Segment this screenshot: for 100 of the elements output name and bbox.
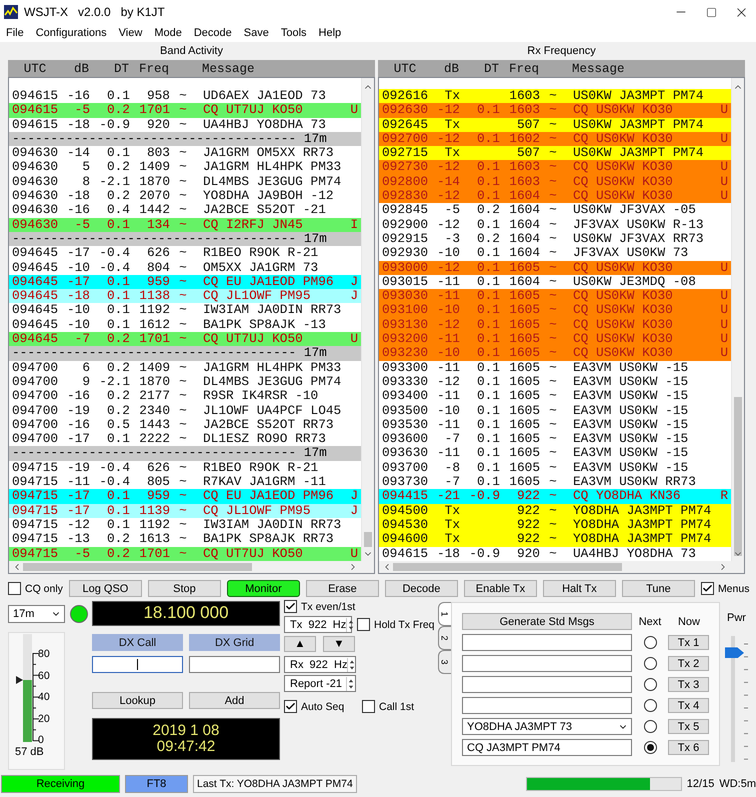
- message-field[interactable]: CQ JA3MPT PM74: [462, 739, 632, 756]
- table-cell-text: 1409: [138, 360, 170, 375]
- table-cell-text: ~: [548, 174, 558, 190]
- decode-row[interactable]: 094615 -5 0.2 1701 ~ CQ UT7UJ KO50 U: [9, 103, 361, 118]
- message-tab[interactable]: 1: [438, 602, 451, 626]
- decode-row[interactable]: 093730 -7 0.1 1605 ~ EA3VM US0KW RR73: [379, 475, 731, 490]
- table-cell-text: ~: [178, 404, 188, 418]
- table-cell-text: ~: [178, 89, 188, 104]
- decode-row[interactable]: 092645 Tx 507 ~ US0KW JA3MPT PM74: [379, 118, 731, 132]
- message-tab[interactable]: 3: [438, 650, 451, 674]
- call-first-checkbox[interactable]: Call 1st: [362, 700, 414, 713]
- table-cell-text: YO8DHA JA3MPT PM74: [572, 504, 712, 518]
- table-cell-text: ~: [178, 504, 188, 518]
- menu-item[interactable]: Decode: [188, 27, 238, 39]
- menu-item[interactable]: Save: [238, 27, 275, 39]
- decode-row[interactable]: 094645 -7 0.2 1701 ~ CQ UT7UJ KO50 U: [9, 332, 361, 346]
- table-cell-text: J: [350, 274, 359, 290]
- decode-row[interactable]: 094645 -17 0.1 959 ~ CQ EU JA1EOD PM96 J: [9, 274, 361, 290]
- hold-tx-freq-checkbox[interactable]: Hold Tx Freq: [357, 618, 434, 631]
- decode-row[interactable]: 094415 -21 -0.9 922 ~ CQ YO8DHA KN36 R: [379, 489, 731, 504]
- tx-even-checkbox[interactable]: Tx even/1st: [284, 600, 356, 613]
- table-cell-text: Tx: [444, 118, 460, 132]
- table-cell-text: I: [350, 218, 359, 232]
- table-cell-text: ~: [548, 532, 558, 546]
- toolbar-button[interactable]: Decode: [384, 580, 458, 597]
- menu-item[interactable]: Mode: [148, 27, 188, 39]
- table-cell-text: 094500: [382, 504, 430, 518]
- menu-item[interactable]: File: [0, 27, 30, 39]
- tx-button[interactable]: Tx 5: [668, 719, 709, 734]
- decode-row[interactable]: 092715 Tx 507 ~ US0KW JA3MPT PM74: [379, 146, 731, 160]
- decode-row[interactable]: 094645 -18 0.1 1138 ~ CQ JL1OWF PM95 J: [9, 289, 361, 304]
- decode-row[interactable]: 094530 Tx 922 ~ YO8DHA JA3MPT PM74: [379, 518, 731, 532]
- table-cell-text: ~: [548, 146, 558, 160]
- toolbar-button[interactable]: Erase: [306, 580, 379, 597]
- table-cell-text: 1139: [138, 504, 170, 518]
- menu-item[interactable]: Tools: [274, 27, 313, 39]
- table-cell-text: -12: [436, 132, 460, 146]
- table-cell-text: 959: [146, 489, 170, 504]
- dx-call-button[interactable]: DX Call: [92, 634, 183, 651]
- decode-row[interactable]: 094700 -17 0.1 2222 ~ DL1ESZ RO9O RR73: [9, 432, 361, 446]
- table-cell-text: J: [350, 289, 359, 304]
- tx-button[interactable]: Tx 6: [668, 740, 709, 755]
- decode-row[interactable]: 092616 Tx 1603 ~ US0KW JA3MPT PM74: [379, 89, 731, 104]
- menu-item[interactable]: View: [112, 27, 148, 39]
- table-cell-text: ~: [548, 360, 558, 375]
- table-cell-text: -12: [436, 189, 460, 204]
- decode-row[interactable]: 094600 Tx 922 ~ YO8DHA JA3MPT PM74: [379, 532, 731, 546]
- generate-messages-button[interactable]: Generate Std Msgs: [462, 613, 632, 630]
- table-cell-text: 0.1: [476, 289, 500, 304]
- table-cell-text: 093200: [382, 332, 430, 346]
- table-cell-text: 1870: [138, 374, 170, 390]
- table-cell-text: ~: [178, 160, 188, 175]
- table-cell-text: JA1GRM HL4HPK PM33: [202, 360, 342, 375]
- arrow-button[interactable]: ▼: [323, 636, 355, 652]
- decode-row[interactable]: 094615 -16 0.1 958 ~ UD6AEX JA1EOD 73: [9, 89, 361, 104]
- menus-checkbox[interactable]: Menus: [700, 582, 750, 595]
- tx-button[interactable]: Tx 3: [668, 677, 709, 692]
- message-tab[interactable]: 2: [438, 626, 451, 650]
- table-cell-text: EA3VM US0KW -15: [572, 404, 690, 418]
- menu-item[interactable]: Configurations: [30, 27, 113, 39]
- table-cell-text: ~: [178, 489, 188, 504]
- table-cell-text: -17: [66, 489, 90, 504]
- dial-frequency: 18.100 000: [143, 604, 229, 623]
- table-cell-text: R9SR IK4RSR -10: [202, 389, 320, 404]
- lookup-button[interactable]: Lookup: [92, 692, 183, 709]
- tx-button[interactable]: Tx 1: [668, 635, 709, 650]
- table-cell-text: 0.1: [476, 346, 500, 361]
- decode-row[interactable]: 094715 -5 0.2 1701 ~ CQ UT7UJ KO50 U: [9, 546, 361, 561]
- auto-seq-checkbox[interactable]: Auto Seq: [284, 700, 362, 713]
- dx-grid-button[interactable]: DX Grid: [189, 634, 280, 651]
- decode-row[interactable]: 094500 Tx 922 ~ YO8DHA JA3MPT PM74: [379, 504, 731, 518]
- table-cell-text: U: [350, 546, 359, 561]
- table-cell-text: -11: [436, 389, 460, 404]
- table-cell-text: ~: [548, 246, 558, 261]
- tx-button[interactable]: Tx 4: [668, 698, 709, 713]
- toolbar-button[interactable]: Stop: [148, 580, 221, 597]
- toolbar-button[interactable]: Log QSO: [68, 580, 142, 597]
- toolbar-button[interactable]: Enable Tx: [464, 580, 537, 597]
- toolbar-button[interactable]: Monitor: [226, 580, 300, 597]
- band-dropdown[interactable]: 17m: [8, 605, 65, 623]
- decode-row[interactable]: 094630 -5 0.1 134 ~ CQ I2RFJ JN45 I: [9, 218, 361, 232]
- tx-frequency-spinbox[interactable]: Tx 922 Hz: [284, 616, 352, 633]
- rx-frequency-spinbox[interactable]: Rx 922 Hz: [284, 656, 356, 673]
- table-cell-text: 0.1: [106, 318, 130, 332]
- toolbar-button[interactable]: Tune: [622, 580, 695, 597]
- toolbar-button[interactable]: Halt Tx: [542, 580, 616, 597]
- arrow-button[interactable]: ▲: [284, 636, 316, 652]
- table-cell-text: 094645: [12, 332, 60, 346]
- decode-row[interactable]: 094715 -17 0.1 1139 ~ CQ JL1OWF PM95 J: [9, 504, 361, 518]
- decode-row[interactable]: 094715 -11 -0.4 805 ~ R7KAV JA1GRM -11: [9, 475, 361, 490]
- table-cell-text: J: [350, 504, 359, 518]
- add-button[interactable]: Add: [189, 692, 280, 709]
- table-cell-text: 1442: [138, 203, 170, 218]
- report-spinbox[interactable]: Report -21: [284, 675, 356, 692]
- message-dropdown[interactable]: YO8DHA JA3MPT 73: [462, 718, 632, 735]
- menu-item[interactable]: Help: [312, 27, 348, 39]
- decode-row[interactable]: 094715 -17 0.1 959 ~ CQ EU JA1EOD PM96 J: [9, 489, 361, 504]
- table-cell-text: 093500: [382, 404, 430, 418]
- cq-only-checkbox[interactable]: CQ only: [8, 582, 63, 595]
- tx-button[interactable]: Tx 2: [668, 656, 709, 671]
